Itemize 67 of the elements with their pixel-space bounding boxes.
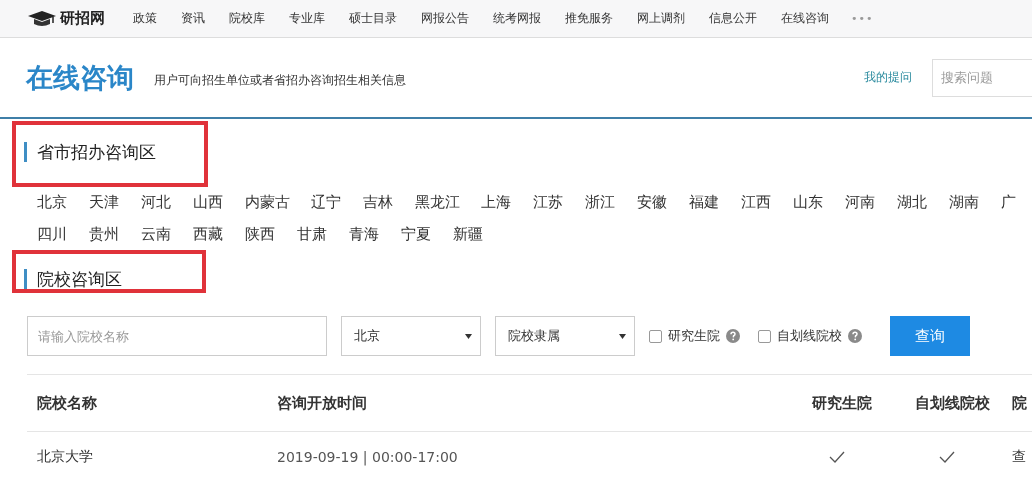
- province-link[interactable]: 天津: [89, 193, 121, 212]
- province-link[interactable]: 吉林: [363, 193, 395, 212]
- table-cell-text: 2019-09-19 | 00:00-17:00: [276, 449, 459, 465]
- province-link[interactable]: 宁夏: [401, 225, 433, 244]
- province-link[interactable]: 辽宁: [311, 193, 343, 212]
- column-header: 院校名称: [36, 393, 98, 413]
- site-logo[interactable]: 研招网: [60, 9, 105, 28]
- province-link[interactable]: 江西: [741, 193, 773, 212]
- column-header: 院: [1011, 393, 1028, 413]
- province-link[interactable]: 福建: [689, 193, 721, 212]
- province-link[interactable]: 四川: [37, 225, 69, 244]
- province-link[interactable]: 河南: [845, 193, 877, 212]
- province-link[interactable]: 上海: [481, 193, 513, 212]
- province-link[interactable]: 山东: [793, 193, 825, 212]
- page-title: 在线咨询: [26, 60, 134, 95]
- nav-link[interactable]: 院校库: [229, 10, 265, 27]
- affiliation-select[interactable]: 院校隶属: [495, 316, 635, 356]
- query-button[interactable]: 查询: [890, 316, 970, 356]
- province-link[interactable]: 河北: [141, 193, 173, 212]
- caret-icon: [619, 333, 626, 339]
- checkbox[interactable]: [649, 329, 662, 343]
- column-header: 自划线院校: [913, 393, 991, 413]
- checkbox-label: 自划线院校: [777, 327, 842, 345]
- column-header: 研究生院: [811, 393, 873, 413]
- province-link[interactable]: 贵州: [89, 225, 121, 244]
- page-subtitle: 用户可向招生单位或者省招办咨询招生相关信息: [154, 72, 406, 89]
- nav-link[interactable]: 在线咨询: [781, 10, 829, 27]
- help-icon[interactable]: [848, 329, 862, 343]
- province-link[interactable]: 新疆: [453, 225, 485, 244]
- nav-link[interactable]: 政策: [133, 10, 157, 27]
- province-link[interactable]: 西藏: [193, 225, 225, 244]
- school-name-field[interactable]: 请输入院校名称: [27, 316, 327, 356]
- search-field[interactable]: 搜索问题: [932, 58, 1032, 97]
- nav-link[interactable]: 资讯: [181, 10, 205, 27]
- caret-icon: [465, 333, 472, 339]
- graduation-cap-icon: [28, 10, 56, 27]
- checkbox[interactable]: [758, 329, 771, 343]
- nav-link[interactable]: 网上调剂: [637, 10, 685, 27]
- table-cell-text: 北京大学: [36, 448, 94, 466]
- nav-link[interactable]: 硕士目录: [349, 10, 397, 27]
- province-link[interactable]: 安徽: [637, 193, 669, 212]
- province-link[interactable]: 云南: [141, 225, 173, 244]
- province-link[interactable]: 北京: [37, 193, 69, 212]
- nav-link[interactable]: 网报公告: [421, 10, 469, 27]
- province-link[interactable]: 江苏: [533, 193, 565, 212]
- province-link[interactable]: 湖北: [897, 193, 929, 212]
- province-link[interactable]: 青海: [349, 225, 381, 244]
- section-title: 省市招办咨询区: [24, 142, 156, 162]
- column-header: 咨询开放时间: [276, 393, 368, 413]
- view-link[interactable]: 查: [1002, 448, 1032, 466]
- nav-link[interactable]: 推免服务: [565, 10, 613, 27]
- province-link[interactable]: 甘肃: [297, 225, 329, 244]
- section-title: 院校咨询区: [24, 269, 122, 289]
- province-link[interactable]: 黑龙江: [415, 193, 461, 212]
- province-link[interactable]: 陕西: [245, 225, 277, 244]
- province-link[interactable]: 山西: [193, 193, 225, 212]
- region-select[interactable]: 北京: [341, 316, 481, 356]
- province-link[interactable]: 浙江: [585, 193, 617, 212]
- help-icon[interactable]: [726, 329, 740, 343]
- my-questions-link[interactable]: 我的提问: [864, 69, 912, 86]
- nav-link[interactable]: 统考网报: [493, 10, 541, 27]
- province-link[interactable]: 广: [1001, 193, 1032, 212]
- province-link[interactable]: 内蒙古: [245, 193, 291, 212]
- checkbox-label: 研究生院: [668, 327, 720, 345]
- province-link[interactable]: 湖南: [949, 193, 981, 212]
- nav-link[interactable]: 专业库: [289, 10, 325, 27]
- nav-link[interactable]: 信息公开: [709, 10, 757, 27]
